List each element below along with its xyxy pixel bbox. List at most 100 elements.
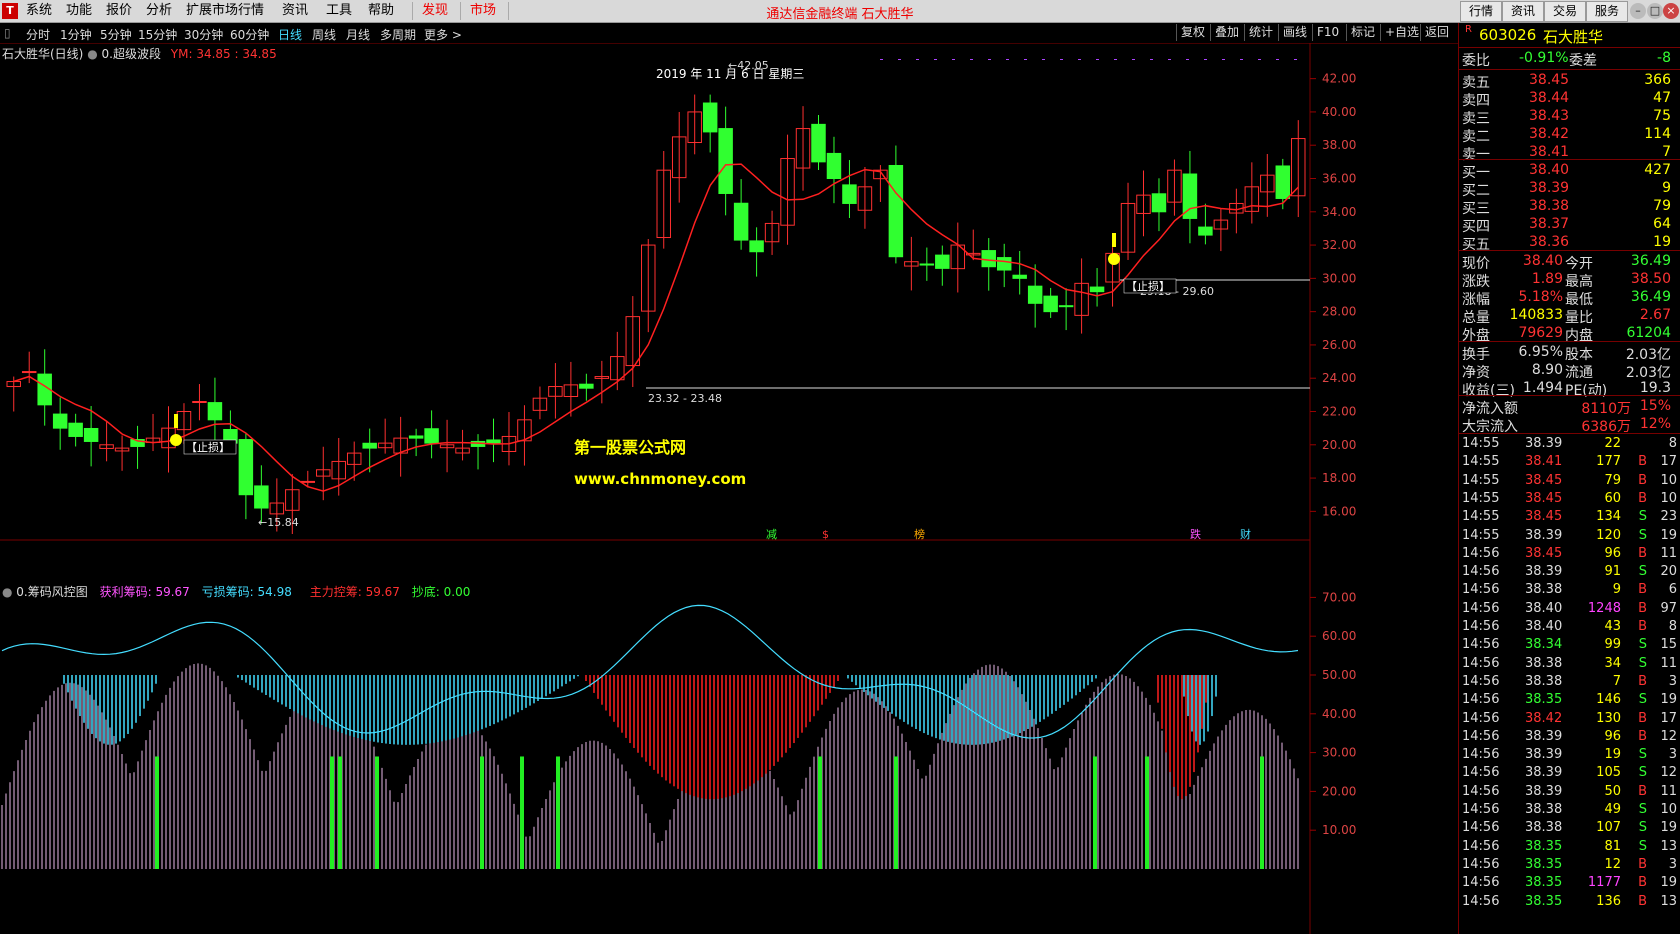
bottom-fishing-bar	[818, 756, 822, 869]
stat-value: 38.50	[1630, 271, 1671, 287]
stat-value: 36.49	[1630, 289, 1671, 305]
watermark-title: 第一股票公式网	[574, 438, 686, 457]
tick-price: 38.34	[1525, 637, 1563, 653]
tick-volume: 12	[1604, 856, 1621, 872]
code-prefix: R	[1465, 24, 1472, 35]
bottom-fishing-bar	[375, 756, 379, 869]
candle-body	[579, 383, 594, 389]
stat-value: 140833	[1509, 307, 1563, 323]
top-dot	[970, 59, 973, 60]
menu-function[interactable]: 功能	[66, 3, 92, 19]
menu-bar: T 系统 功能 报价 分析 扩展市场行情 资讯 工具 帮助 发现 市场 通达信金…	[0, 0, 1680, 23]
stop-loss-label-1: 【止损】	[186, 440, 230, 454]
tick-volume: 96	[1604, 545, 1621, 561]
close-icon[interactable]: ×	[1663, 3, 1679, 19]
tick-price: 38.35	[1525, 893, 1563, 909]
tick-time: 14:55	[1462, 472, 1500, 488]
bid-volume: 79	[1653, 198, 1671, 214]
button-trade[interactable]: 交易	[1544, 1, 1586, 22]
top-dot	[1060, 59, 1063, 60]
menu-discover[interactable]: 发现	[422, 3, 448, 19]
tick-time: 14:55	[1462, 527, 1500, 543]
tick-volume: 22	[1604, 436, 1621, 451]
tick-time: 14:56	[1462, 637, 1500, 653]
menu-tools[interactable]: 工具	[326, 3, 352, 19]
loss-chip-label: 亏损筹码:	[201, 585, 254, 599]
menu-market[interactable]: 市场	[470, 3, 496, 19]
tick-count: 20	[1660, 564, 1677, 580]
bottom-fishing-bar	[330, 756, 334, 869]
kline-chart[interactable]: 42.00 40.00 38.00 36.00 34.00 32.00 30.00 28.00…	[0, 23, 1458, 934]
tick-row: 14:56 38.39 19 S 3	[1459, 746, 1680, 765]
tick-side: S	[1638, 802, 1647, 817]
stop-loss-label-2: 【止损】	[1126, 279, 1170, 293]
signal-bar	[174, 414, 178, 428]
ask-volume: 366	[1644, 72, 1671, 88]
menu-analysis[interactable]: 分析	[146, 3, 172, 19]
main-control-value: 59.67	[365, 585, 400, 599]
event-marker: 财	[1240, 527, 1251, 541]
loss-chip-value: 54.98	[257, 585, 292, 599]
tick-count: 10	[1660, 490, 1677, 506]
tick-volume: 49	[1604, 802, 1621, 817]
stat-value: 1.89	[1531, 271, 1563, 287]
menu-news[interactable]: 资讯	[282, 3, 308, 19]
menu-system[interactable]: 系统	[26, 3, 52, 19]
tick-row: 14:56 38.39 91 S 20	[1459, 563, 1680, 582]
indicator-tick-label: 50.00	[1322, 668, 1356, 682]
bottom-fishing-bar	[155, 756, 159, 869]
menu-divider	[412, 2, 413, 20]
tick-price: 38.39	[1525, 527, 1563, 543]
candle-body	[1027, 285, 1043, 304]
candle-body	[238, 439, 254, 496]
bid-volume: 427	[1644, 162, 1671, 178]
indicator-title[interactable]: 0.筹码风控图	[16, 585, 87, 599]
tick-price: 38.45	[1525, 545, 1563, 561]
candle-body	[935, 254, 950, 269]
candle-body	[842, 184, 857, 204]
tick-row: 14:56 38.35 136 B 13	[1459, 893, 1680, 912]
ask-price: 38.45	[1529, 72, 1570, 88]
tick-row: 14:56 38.35 81 S 13	[1459, 838, 1680, 857]
tick-time: 14:56	[1462, 765, 1500, 781]
tick-row: 14:56 38.38 107 S 19	[1459, 819, 1680, 838]
menu-quote[interactable]: 报价	[106, 3, 132, 19]
stat-row: 总量 140833 量比 2.67	[1459, 306, 1680, 326]
tick-count: 11	[1660, 655, 1677, 671]
tick-volume: 1248	[1587, 600, 1621, 616]
menu-help[interactable]: 帮助	[368, 3, 394, 19]
button-quotes[interactable]: 行情	[1460, 1, 1502, 22]
tick-time: 14:56	[1462, 875, 1500, 891]
indicator-tick-label: 30.00	[1322, 746, 1356, 760]
tick-time: 14:55	[1462, 490, 1500, 506]
menu-divider	[460, 2, 461, 20]
top-dot	[1168, 59, 1171, 60]
ask-volume: 7	[1662, 144, 1671, 160]
bottom-fishing-bar	[1145, 756, 1149, 869]
candle-body	[300, 480, 316, 483]
weibi-value: -0.91%	[1519, 50, 1569, 66]
tick-time: 14:56	[1462, 820, 1500, 836]
ask-price: 38.43	[1529, 108, 1570, 124]
tick-count: 10	[1660, 472, 1677, 488]
menu-extended-market[interactable]: 扩展市场行情	[186, 3, 264, 19]
maximize-icon[interactable]: □	[1647, 3, 1663, 19]
button-news[interactable]: 资讯	[1502, 1, 1544, 22]
indicator-tick-label: 40.00	[1322, 707, 1356, 721]
tick-price: 38.45	[1525, 472, 1563, 488]
flow-pct: 12%	[1639, 416, 1671, 432]
tick-price: 38.38	[1525, 655, 1563, 671]
tick-price: 38.41	[1525, 454, 1563, 470]
support-zone-1-label: 23.32 - 23.48	[648, 392, 722, 405]
minimize-icon[interactable]: –	[1630, 3, 1646, 19]
top-dot	[898, 59, 901, 60]
bottom-fishing-bar	[1260, 756, 1264, 869]
event-marker: 榜	[914, 527, 925, 541]
tick-row: 14:56 38.45 96 B 11	[1459, 545, 1680, 564]
tick-row: 14:56 38.39 96 B 12	[1459, 728, 1680, 747]
tick-side: B	[1638, 490, 1647, 506]
candle-body	[362, 442, 377, 449]
button-service[interactable]: 服务	[1586, 1, 1628, 22]
tick-side: B	[1638, 893, 1647, 909]
stat-value: 2.67	[1639, 307, 1671, 323]
